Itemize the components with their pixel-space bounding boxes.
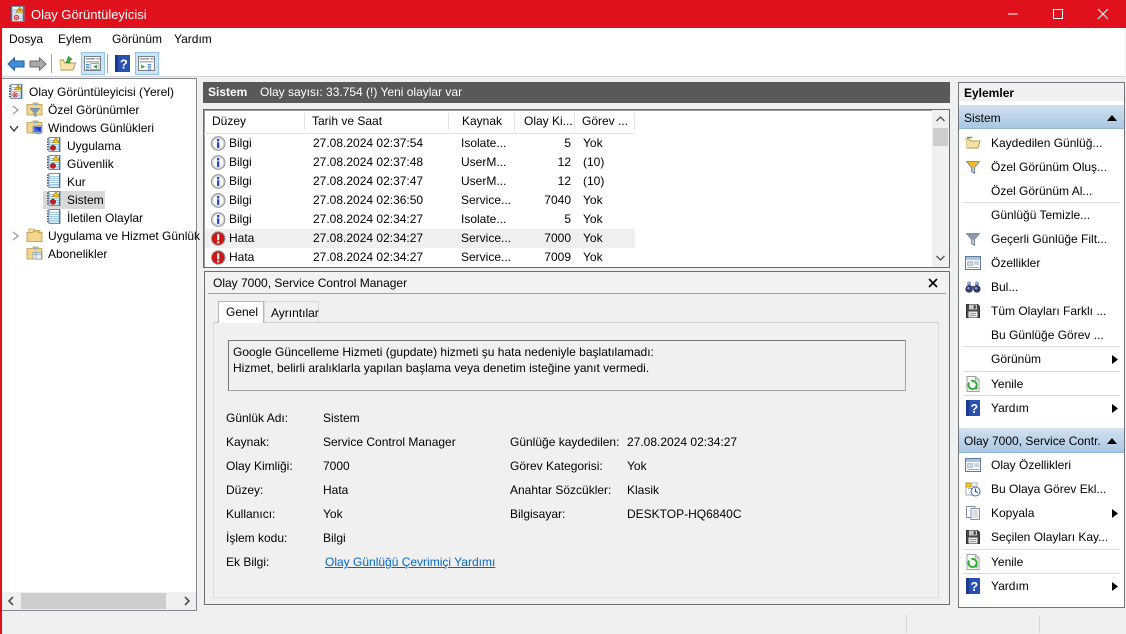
svg-text:?: ? <box>120 57 128 72</box>
